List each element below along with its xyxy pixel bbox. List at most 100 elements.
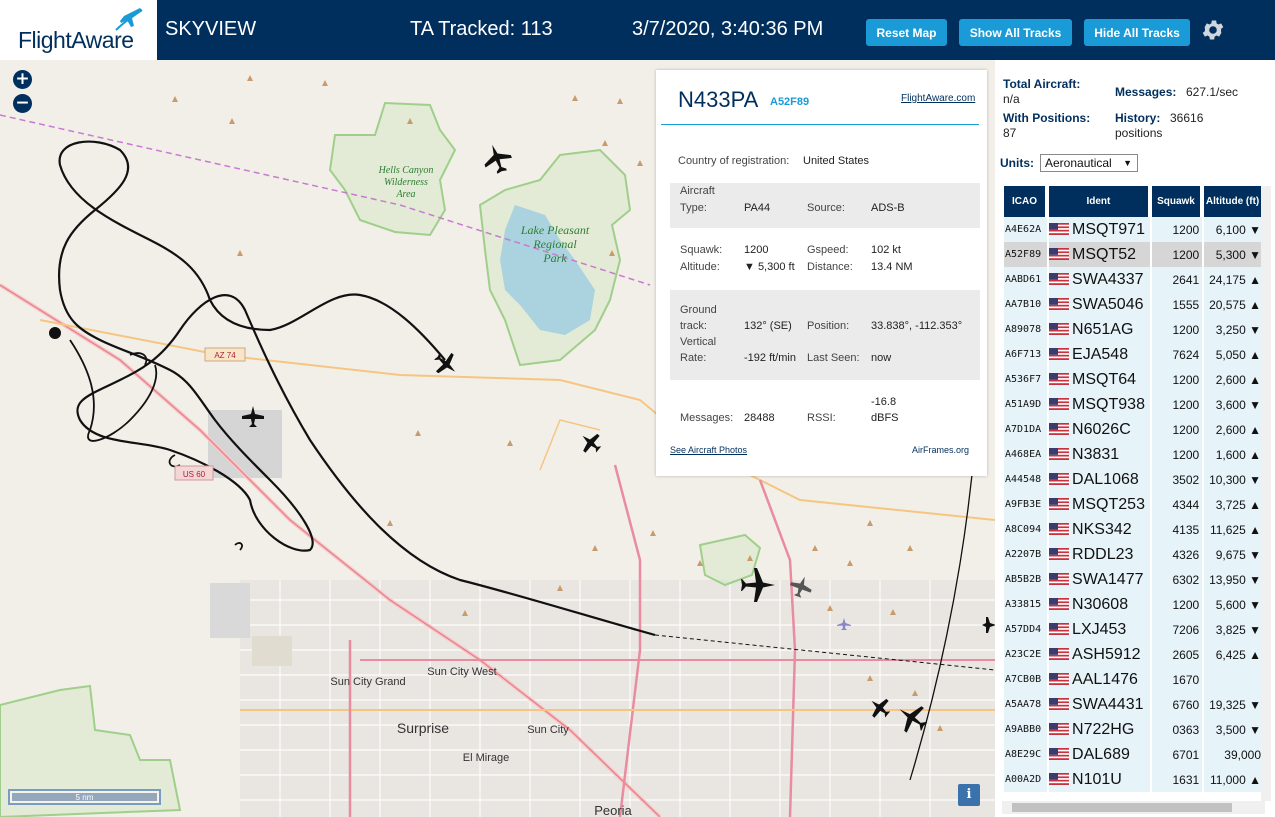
table-row[interactable]: A8C094 NKS342 4135 11,625 ▲: [1004, 517, 1263, 542]
scale-label: 5 nm: [12, 793, 157, 802]
last-seen-label: Last Seen:: [807, 352, 860, 364]
show-all-tracks-button[interactable]: Show All Tracks: [959, 19, 1072, 46]
gear-icon[interactable]: [1200, 17, 1226, 43]
table-row[interactable]: A52F89 MSQT52 1200 5,300 ▼: [1004, 242, 1263, 267]
us-flag-icon: [1049, 747, 1070, 760]
table-row[interactable]: A57DD4 LXJ453 7206 3,825 ▼: [1004, 617, 1263, 642]
zoom-in-button[interactable]: +: [13, 70, 32, 89]
table-row[interactable]: A468EA N3831 1200 1,600 ▲: [1004, 442, 1263, 467]
reset-map-button[interactable]: Reset Map: [866, 19, 947, 46]
current-datetime: 3/7/2020, 3:40:36 PM: [632, 18, 824, 40]
source-label: Source:: [807, 202, 845, 214]
scrollbar-thumb[interactable]: [1012, 803, 1232, 812]
label-sun-city-grand: Sun City Grand: [330, 676, 405, 688]
zoom-out-button[interactable]: −: [13, 94, 32, 113]
icao-cell: A8C094: [1004, 517, 1048, 542]
map-scale-bar: 5 nm: [8, 789, 161, 805]
map-info-button[interactable]: i: [958, 784, 980, 806]
distance-label: Distance:: [807, 261, 853, 273]
us-flag-icon: [1049, 622, 1070, 635]
horizontal-scrollbar[interactable]: [1002, 801, 1265, 814]
flightaware-link[interactable]: FlightAware.com: [901, 93, 975, 104]
vertical-scrollbar[interactable]: [1261, 186, 1271, 801]
ident-cell: MSQT52: [1049, 242, 1150, 267]
icao-cell: A89078: [1004, 317, 1048, 342]
altitude-cell: 6,100 ▼: [1204, 217, 1263, 242]
altitude-cell: 9,675 ▼: [1204, 542, 1263, 567]
column-altitude[interactable]: Altitude (ft): [1204, 186, 1263, 217]
table-row[interactable]: A7D1DA N6026C 1200 2,600 ▲: [1004, 417, 1263, 442]
altitude-cell: 11,625 ▲: [1204, 517, 1263, 542]
us-flag-icon: [1049, 572, 1070, 585]
squawk-cell: 1670: [1151, 667, 1203, 692]
table-row[interactable]: A44548 DAL1068 3502 10,300 ▼: [1004, 467, 1263, 492]
table-row[interactable]: A8E29C DAL689 6701 39,000: [1004, 742, 1263, 767]
top-header: FlightAware SKYVIEW TA Tracked: 113 3/7/…: [0, 0, 1275, 60]
us-flag-icon: [1049, 547, 1070, 560]
ident-cell: MSQT938: [1049, 392, 1150, 417]
aircraft-photos-link[interactable]: See Aircraft Photos: [670, 445, 747, 455]
us-flag-icon: [1049, 272, 1070, 285]
aircraft-type-label-2: Type:: [680, 202, 707, 214]
airframes-link[interactable]: AirFrames.org: [912, 445, 969, 455]
vertical-rate-label-1: Vertical: [680, 336, 717, 348]
ident-text: SWA4431: [1072, 695, 1144, 713]
us-flag-icon: [1049, 697, 1070, 710]
squawk-cell: 2605: [1151, 642, 1203, 667]
history-value: 36616: [1170, 111, 1204, 125]
ident-text: MSQT52: [1072, 245, 1137, 263]
us-flag-icon: [1049, 222, 1070, 235]
table-row[interactable]: A9FB3E MSQT253 4344 3,725 ▲: [1004, 492, 1263, 517]
column-ident[interactable]: Ident: [1049, 186, 1150, 217]
squawk-cell: 1200: [1151, 392, 1203, 417]
icao-cell: A52F89: [1004, 242, 1048, 267]
table-row[interactable]: A7CB0B AAL1476 1670: [1004, 667, 1263, 692]
label-lake-pleasant-3: Park: [542, 251, 567, 265]
altitude-cell: [1204, 667, 1263, 692]
hide-all-tracks-button[interactable]: Hide All Tracks: [1084, 19, 1190, 46]
app-title: SKYVIEW: [165, 18, 257, 40]
us-flag-icon: [1049, 472, 1070, 485]
ident-text: MSQT971: [1072, 220, 1145, 238]
altitude-label: Altitude:: [680, 261, 720, 273]
table-row[interactable]: A00A2D N101U 1631 11,000 ▲: [1004, 767, 1263, 792]
position-label: Position:: [807, 320, 850, 332]
column-squawk[interactable]: Squawk: [1151, 186, 1203, 217]
units-dropdown[interactable]: Aeronautical ▼: [1040, 154, 1138, 172]
history-label: History:: [1115, 111, 1161, 125]
table-row[interactable]: A89078 N651AG 1200 3,250 ▼: [1004, 317, 1263, 342]
squawk-cell: 1200: [1151, 242, 1203, 267]
table-row[interactable]: A9ABB0 N722HG 0363 3,500 ▼: [1004, 717, 1263, 742]
table-row[interactable]: A536F7 MSQT64 1200 2,600 ▲: [1004, 367, 1263, 392]
squawk-cell: 4135: [1151, 517, 1203, 542]
table-row[interactable]: A6F713 EJA548 7624 5,050 ▲: [1004, 342, 1263, 367]
altitude-cell: 3,250 ▼: [1204, 317, 1263, 342]
table-row[interactable]: A4E62A MSQT971 1200 6,100 ▼: [1004, 217, 1263, 242]
ident-cell: N30608: [1049, 592, 1150, 617]
column-icao[interactable]: ICAO: [1004, 186, 1048, 217]
country-value: United States: [803, 155, 870, 167]
flightaware-logo[interactable]: FlightAware: [0, 0, 157, 60]
units-label: Units:: [1000, 156, 1034, 170]
label-surprise: Surprise: [397, 720, 449, 736]
icao-cell: A8E29C: [1004, 742, 1048, 767]
table-row[interactable]: AB5B2B SWA1477 6302 13,950 ▼: [1004, 567, 1263, 592]
altitude-cell: 1,600 ▲: [1204, 442, 1263, 467]
selected-aircraft-popup: N433PA A52F89 FlightAware.com Country of…: [656, 70, 987, 476]
table-row[interactable]: AABD61 SWA4337 2641 24,175 ▲: [1004, 267, 1263, 292]
label-hells-canyon-3: Area: [395, 189, 415, 200]
icao-cell: A23C2E: [1004, 642, 1048, 667]
altitude-cell: 2,600 ▲: [1204, 367, 1263, 392]
table-row[interactable]: A23C2E ASH5912 2605 6,425 ▲: [1004, 642, 1263, 667]
table-row[interactable]: A51A9D MSQT938 1200 3,600 ▼: [1004, 392, 1263, 417]
label-peoria: Peoria: [594, 803, 632, 817]
icao-cell: A7CB0B: [1004, 667, 1048, 692]
table-row[interactable]: A33815 N30608 1200 5,600 ▼: [1004, 592, 1263, 617]
icao-cell: A57DD4: [1004, 617, 1048, 642]
ident-text: SWA4337: [1072, 270, 1144, 288]
altitude-cell: 3,725 ▲: [1204, 492, 1263, 517]
label-hells-canyon-2: Wilderness: [384, 177, 428, 188]
table-row[interactable]: AA7B10 SWA5046 1555 20,575 ▲: [1004, 292, 1263, 317]
table-row[interactable]: A5AA78 SWA4431 6760 19,325 ▼: [1004, 692, 1263, 717]
table-row[interactable]: A2207B RDDL23 4326 9,675 ▼: [1004, 542, 1263, 567]
